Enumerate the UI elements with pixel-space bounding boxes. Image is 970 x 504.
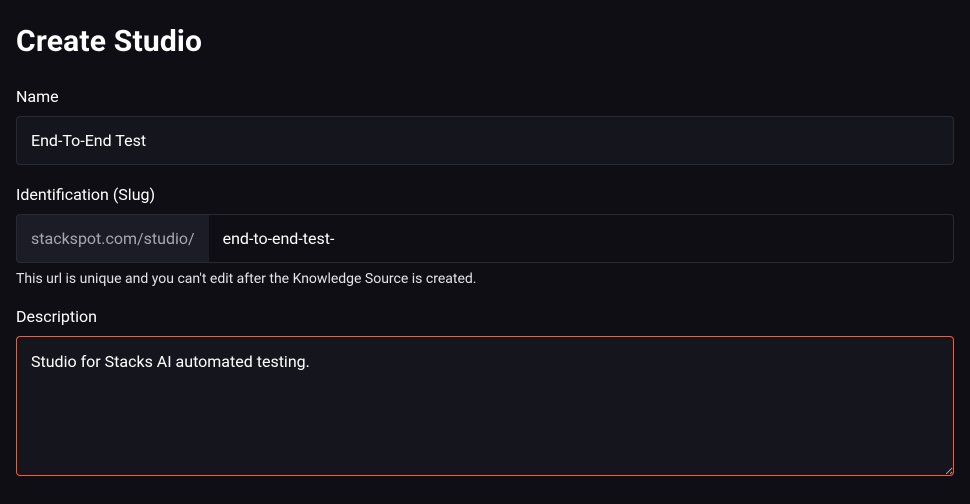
description-label: Description: [16, 307, 954, 326]
slug-row: stackspot.com/studio/: [16, 214, 954, 263]
description-input[interactable]: [16, 336, 954, 476]
slug-prefix: stackspot.com/studio/: [16, 214, 209, 263]
name-input[interactable]: [16, 116, 954, 165]
slug-helper-text: This url is unique and you can't edit af…: [16, 271, 954, 287]
description-group: Description: [16, 307, 954, 480]
slug-group: Identification (Slug) stackspot.com/stud…: [16, 185, 954, 287]
name-label: Name: [16, 87, 954, 106]
slug-label: Identification (Slug): [16, 185, 954, 204]
page-title: Create Studio: [16, 24, 954, 59]
name-group: Name: [16, 87, 954, 165]
slug-input[interactable]: [209, 214, 954, 263]
